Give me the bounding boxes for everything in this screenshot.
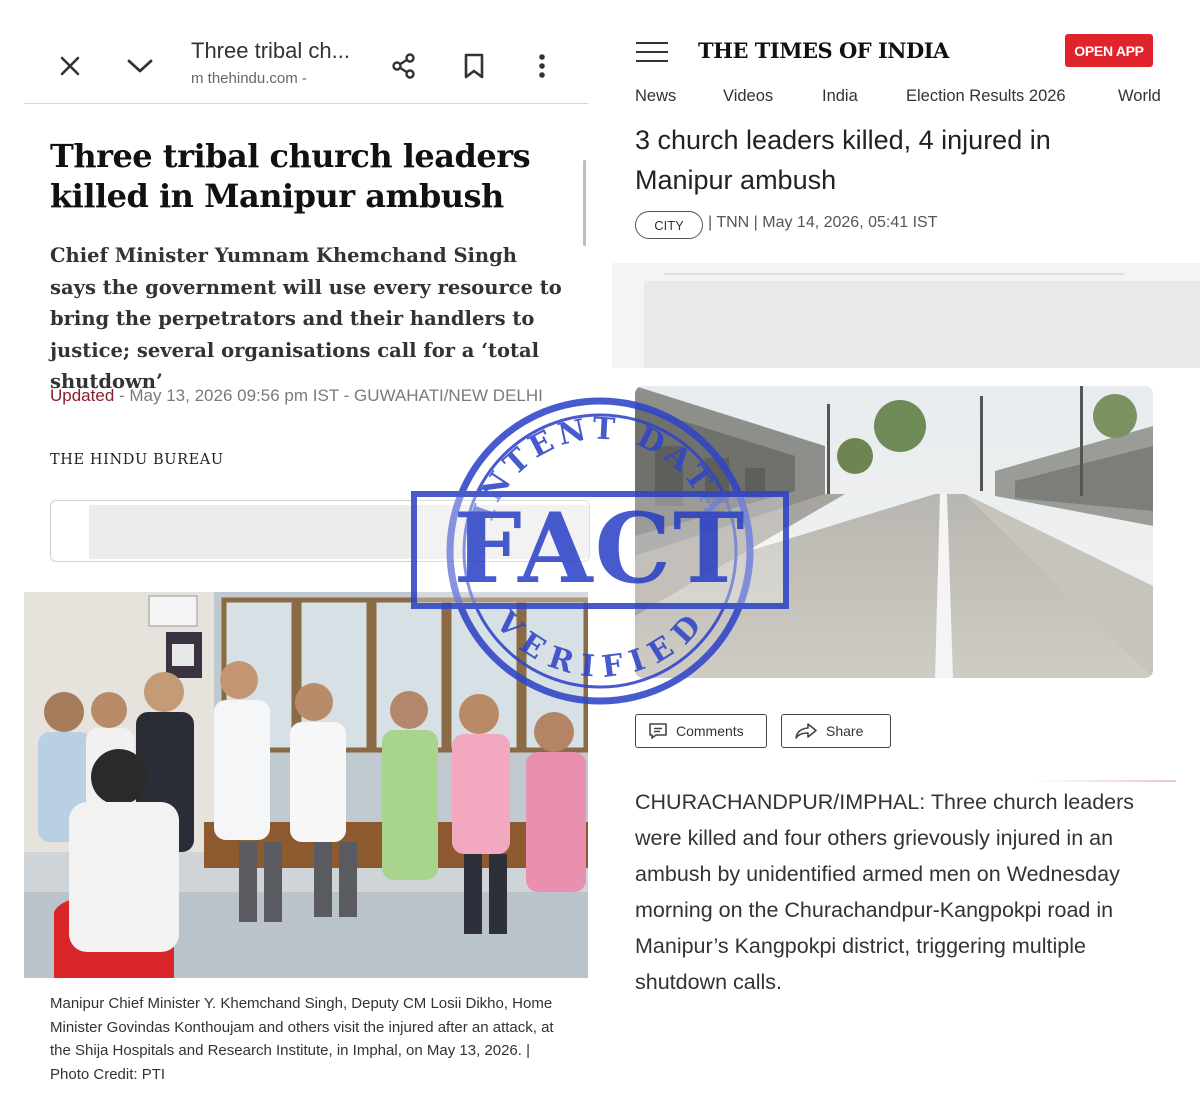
share-button[interactable]: Share — [781, 714, 891, 748]
ad-placeholder — [612, 263, 1200, 368]
photo-caption: Manipur Chief Minister Y. Khemchand Sing… — [50, 995, 554, 1083]
comment-icon — [648, 722, 668, 740]
divider — [1032, 780, 1176, 782]
open-app-button[interactable]: OPEN APP — [1065, 34, 1153, 67]
nav-item-election-results[interactable]: Election Results 2026 — [906, 87, 1066, 106]
stamp-main-text: FACT — [454, 492, 747, 605]
bookmark-icon[interactable] — [454, 46, 494, 86]
article-byline: | TNN | May 14, 2026, 05:41 IST — [708, 214, 938, 231]
tab-title: Three tribal ch... — [191, 38, 350, 63]
hamburger-menu-icon[interactable] — [636, 42, 668, 64]
article-headline: 3 church leaders killed, 4 injured in Ma… — [635, 125, 1051, 195]
fact-verified-stamp: INTENT DATA VERIFIED FACT — [410, 386, 790, 716]
chevron-down-icon[interactable] — [120, 46, 160, 86]
share-icon[interactable] — [384, 46, 424, 86]
more-vert-icon[interactable] — [522, 46, 562, 86]
scrollbar[interactable] — [583, 160, 586, 246]
toi-logo[interactable]: THE TIMES OF INDIA — [698, 38, 949, 63]
comments-label: Comments — [676, 723, 744, 739]
article-body: CHURACHANDPUR/IMPHAL: Three church leade… — [635, 790, 1135, 994]
close-icon[interactable] — [50, 46, 90, 86]
nav-item-videos[interactable]: Videos — [723, 87, 773, 106]
article-summary: Chief Minister Yumnam Khemchand Singh sa… — [50, 244, 562, 393]
comments-button[interactable]: Comments — [635, 714, 767, 748]
article-byline: THE HINDU BUREAU — [50, 452, 224, 468]
page-url: m thehindu.com - — [191, 70, 307, 87]
category-tag[interactable]: CITY — [635, 211, 703, 239]
nav-item-india[interactable]: India — [822, 87, 858, 106]
share-arrow-icon — [794, 722, 818, 740]
stamp-bottom-text: VERIFIED — [487, 604, 711, 685]
nav-item-news[interactable]: News — [635, 87, 676, 106]
updated-label: Updated — [50, 386, 115, 405]
section-nav: News Videos India Election Results 2026 … — [635, 87, 1200, 109]
share-label: Share — [826, 723, 864, 739]
nav-item-world[interactable]: World — [1118, 87, 1161, 106]
browser-toolbar: Three tribal ch... m thehindu.com - — [24, 28, 588, 104]
article-headline: Three tribal church leaders killed in Ma… — [50, 137, 531, 215]
